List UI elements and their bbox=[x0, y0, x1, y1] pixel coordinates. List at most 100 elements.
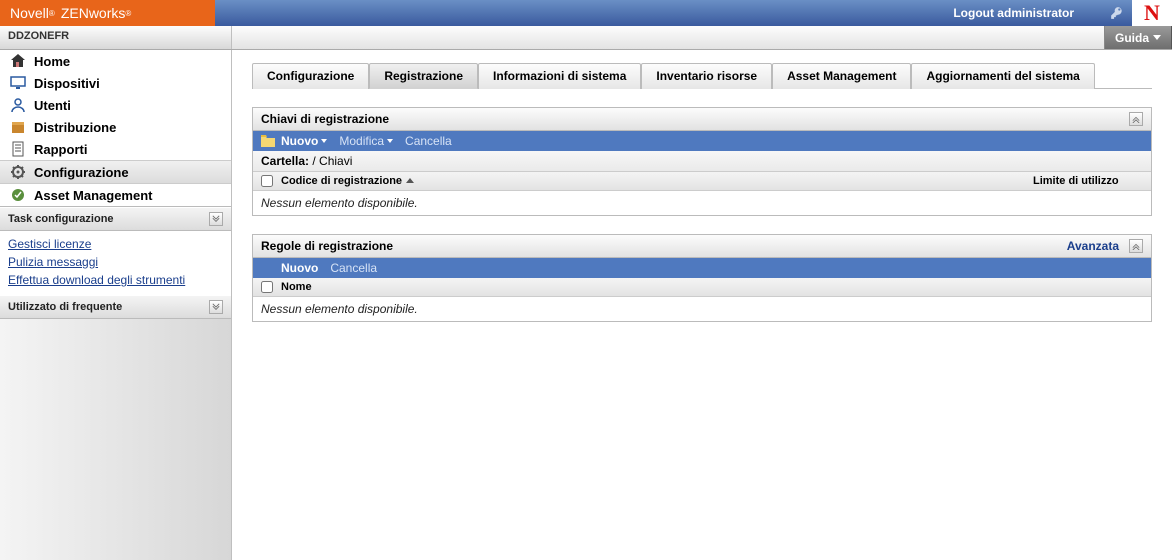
chevron-down-icon bbox=[387, 139, 393, 143]
column-label: Codice di registrazione bbox=[281, 175, 402, 187]
brand-name-1: Novell bbox=[10, 5, 49, 21]
report-icon bbox=[10, 141, 26, 157]
frequent-section-header[interactable]: Utilizzato di frequente bbox=[0, 295, 231, 319]
task-section-header[interactable]: Task configurazione bbox=[0, 207, 231, 231]
zone-label: DDZONEFR bbox=[0, 26, 232, 49]
tab-bar: Configurazione Registrazione Informazion… bbox=[252, 62, 1152, 89]
sort-asc-icon bbox=[406, 177, 414, 185]
brand-reg-1: ® bbox=[49, 9, 55, 18]
chevron-up-icon bbox=[1132, 242, 1140, 250]
column-label: Nome bbox=[281, 281, 312, 293]
sidebar-item-asset-management[interactable]: Asset Management bbox=[0, 184, 231, 206]
column-name[interactable]: Nome bbox=[281, 281, 1143, 293]
folder-icon bbox=[261, 135, 275, 147]
main-area: Home Dispositivi Utenti Distribuzione Ra… bbox=[0, 50, 1172, 560]
chevron-down-icon bbox=[321, 139, 327, 143]
panel-title: Chiavi di registrazione bbox=[261, 112, 389, 126]
tab-aggiornamenti-sistema[interactable]: Aggiornamenti del sistema bbox=[911, 63, 1094, 89]
action-bar: Nuovo Cancella bbox=[253, 258, 1151, 278]
home-icon bbox=[10, 53, 26, 69]
tab-informazioni-sistema[interactable]: Informazioni di sistema bbox=[478, 63, 641, 89]
sidebar-item-users[interactable]: Utenti bbox=[0, 94, 231, 116]
gear-icon bbox=[10, 164, 26, 180]
task-link-download-tools[interactable]: Effettua download degli strumenti bbox=[8, 271, 223, 289]
chevron-down-icon bbox=[1153, 35, 1161, 40]
sidebar-item-label: Distribuzione bbox=[34, 120, 116, 135]
new-label: Nuovo bbox=[281, 261, 318, 275]
guide-dropdown[interactable]: Guida bbox=[1104, 26, 1172, 49]
content-area: Configurazione Registrazione Informazion… bbox=[232, 50, 1172, 560]
folder-path-row: Cartella: / Chiavi bbox=[253, 151, 1151, 172]
sidebar-item-label: Utenti bbox=[34, 98, 71, 113]
folder-label: Cartella: bbox=[261, 154, 309, 168]
panel-header: Regole di registrazione Avanzata bbox=[253, 235, 1151, 258]
delete-action[interactable]: Cancella bbox=[405, 134, 452, 148]
sidebar-item-home[interactable]: Home bbox=[0, 50, 231, 72]
folder-path: / Chiavi bbox=[312, 154, 352, 168]
select-all-checkbox[interactable] bbox=[261, 281, 273, 293]
box-icon bbox=[10, 119, 26, 135]
user-icon bbox=[10, 97, 26, 113]
tab-asset-management[interactable]: Asset Management bbox=[772, 63, 911, 89]
chevron-up-icon bbox=[1132, 115, 1140, 123]
column-registration-code[interactable]: Codice di registrazione bbox=[281, 175, 1033, 187]
task-link-licenses[interactable]: Gestisci licenze bbox=[8, 235, 223, 253]
collapse-button[interactable] bbox=[209, 300, 223, 314]
sidebar-item-label: Home bbox=[34, 54, 70, 69]
collapse-button[interactable] bbox=[1129, 112, 1143, 126]
logout-link[interactable]: Logout administrator bbox=[953, 6, 1074, 20]
select-all-checkbox[interactable] bbox=[261, 175, 273, 187]
brand-name-2: ZENworks bbox=[61, 5, 126, 21]
asset-icon bbox=[10, 187, 26, 203]
delete-label: Cancella bbox=[330, 261, 377, 275]
empty-message: Nessun elemento disponibile. bbox=[253, 297, 1151, 321]
sidebar-item-reports[interactable]: Rapporti bbox=[0, 138, 231, 160]
delete-action[interactable]: Cancella bbox=[330, 261, 377, 275]
sidebar-item-label: Configurazione bbox=[34, 165, 129, 180]
advanced-link[interactable]: Avanzata bbox=[1067, 239, 1119, 253]
frequent-section-title: Utilizzato di frequente bbox=[8, 301, 122, 313]
chevron-up-icon bbox=[212, 303, 220, 311]
new-action[interactable]: Nuovo bbox=[281, 261, 318, 275]
delete-label: Cancella bbox=[405, 134, 452, 148]
table-header: Codice di registrazione Limite di utiliz… bbox=[253, 172, 1151, 191]
new-dropdown[interactable]: Nuovo bbox=[281, 134, 327, 148]
novell-n-logo: N bbox=[1132, 0, 1172, 26]
sidebar-item-label: Dispositivi bbox=[34, 76, 100, 91]
sidebar-item-label: Asset Management bbox=[34, 188, 152, 203]
header-right: Logout administrator bbox=[215, 0, 1132, 26]
tab-configurazione[interactable]: Configurazione bbox=[252, 63, 369, 89]
brand-reg-2: ® bbox=[125, 9, 131, 18]
tab-inventario-risorse[interactable]: Inventario risorse bbox=[641, 63, 772, 89]
edit-label: Modifica bbox=[339, 134, 384, 148]
action-bar: Nuovo Modifica Cancella bbox=[253, 131, 1151, 151]
nav-list: Home Dispositivi Utenti Distribuzione Ra… bbox=[0, 50, 231, 207]
sidebar-item-configuration[interactable]: Configurazione bbox=[0, 160, 231, 184]
task-links: Gestisci licenze Pulizia messaggi Effett… bbox=[0, 231, 231, 295]
new-label: Nuovo bbox=[281, 134, 318, 148]
key-icon[interactable] bbox=[1110, 6, 1124, 20]
empty-message: Nessun elemento disponibile. bbox=[253, 191, 1151, 215]
collapse-button[interactable] bbox=[1129, 239, 1143, 253]
task-section-title: Task configurazione bbox=[8, 213, 114, 225]
sidebar-item-devices[interactable]: Dispositivi bbox=[0, 72, 231, 94]
table-header: Nome bbox=[253, 278, 1151, 297]
sub-header: DDZONEFR Guida bbox=[0, 26, 1172, 50]
panel-header: Chiavi di registrazione bbox=[253, 108, 1151, 131]
sub-header-right: Guida bbox=[232, 26, 1172, 49]
sidebar-item-label: Rapporti bbox=[34, 142, 87, 157]
collapse-button[interactable] bbox=[209, 212, 223, 226]
column-label: Limite di utilizzo bbox=[1033, 175, 1119, 187]
monitor-icon bbox=[10, 75, 26, 91]
brand-bar: Novell® ZENworks® bbox=[0, 0, 215, 26]
guide-label: Guida bbox=[1115, 31, 1149, 45]
column-usage-limit[interactable]: Limite di utilizzo bbox=[1033, 175, 1143, 187]
edit-dropdown[interactable]: Modifica bbox=[339, 134, 393, 148]
tab-registrazione[interactable]: Registrazione bbox=[369, 63, 478, 89]
top-header: Novell® ZENworks® Logout administrator N bbox=[0, 0, 1172, 26]
sidebar-item-distribution[interactable]: Distribuzione bbox=[0, 116, 231, 138]
chevron-up-icon bbox=[212, 215, 220, 223]
panel-title: Regole di registrazione bbox=[261, 239, 393, 253]
task-link-cleanup[interactable]: Pulizia messaggi bbox=[8, 253, 223, 271]
panel-registration-rules: Regole di registrazione Avanzata Nuovo C… bbox=[252, 234, 1152, 322]
